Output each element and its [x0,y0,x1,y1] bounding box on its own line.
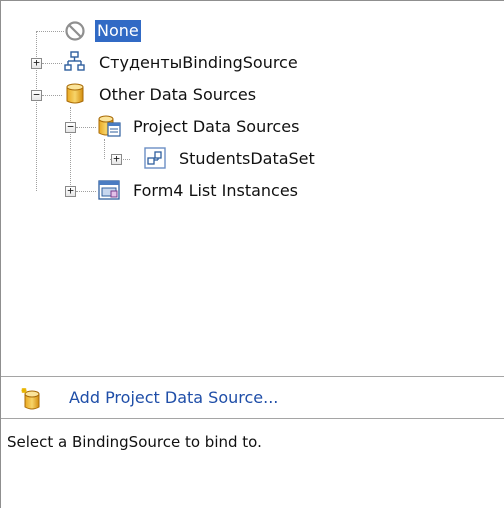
tree-node-label: Other Data Sources [99,85,257,104]
add-data-source-icon [21,387,40,410]
none-icon [65,21,85,41]
tree-node-label: Form4 List Instances [133,181,299,200]
data-source-tree[interactable]: None + СтудентыBindingSource − Other Dat… [1,1,504,376]
add-project-data-source-link[interactable]: Add Project Data Source... [69,388,278,407]
collapse-other-data-sources-button[interactable]: − [31,89,42,101]
status-pane: Select a BindingSource to bind to. [1,419,504,509]
status-text: Select a BindingSource to bind to. [7,433,262,451]
binding-source-icon [64,51,85,71]
tree-node-students-dataset[interactable]: + StudentsDataSet [1,144,421,174]
data-source-picker: None + СтудентыBindingSource − Other Dat… [0,0,504,509]
tree-node-label: None [95,20,141,42]
tree-node-form4-list-instances[interactable]: + Form4 List Instances [1,176,421,206]
project-data-sources-icon [98,115,121,137]
list-instances-icon [98,180,120,200]
add-project-data-source-bar: Add Project Data Source... [1,376,504,419]
expand-students-dataset-button[interactable]: + [111,153,122,165]
tree-node-label: Project Data Sources [133,117,300,136]
collapse-project-data-sources-button[interactable]: − [65,121,76,133]
tree-node-label: StudentsDataSet [179,149,315,168]
tree-node-label: СтудентыBindingSource [99,53,298,72]
tree-node-other-data-sources[interactable]: − Other Data Sources [1,80,381,110]
database-icon [66,83,84,104]
dataset-icon [144,147,166,169]
tree-node-project-data-sources[interactable]: − Project Data Sources [1,112,421,142]
tree-canvas: None + СтудентыBindingSource − Other Dat… [1,1,504,376]
expand-binding-source-button[interactable]: + [31,57,42,69]
expand-form4-list-instances-button[interactable]: + [65,185,76,197]
tree-node-students-binding-source[interactable]: + СтудентыBindingSource [1,48,421,78]
tree-node-none[interactable]: None [1,16,201,46]
